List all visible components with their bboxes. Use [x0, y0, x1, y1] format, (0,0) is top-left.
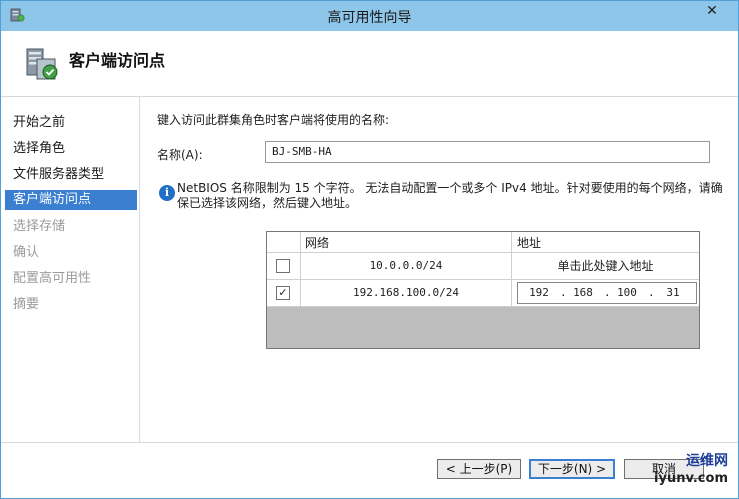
step-file-server-type[interactable]: 文件服务器类型 [5, 165, 137, 185]
page-header: 客户端访问点 [1, 31, 738, 97]
row-checkbox-cell: ✓ [267, 280, 301, 306]
step-confirmation: 确认 [13, 245, 40, 260]
step-before-you-begin[interactable]: 开始之前 [5, 113, 137, 133]
ip-octet-2[interactable]: 168 [568, 286, 598, 299]
content-pane: 键入访问此群集角色时客户端将使用的名称: 名称(A): BJ-SMB-HA i … [139, 97, 738, 442]
table-row[interactable]: 10.0.0.0/24 单击此处键入地址 [267, 253, 699, 280]
instruction-text: 键入访问此群集角色时客户端将使用的名称: [157, 113, 390, 127]
wizard-window: 高可用性向导 ✕ 客户端访问点 开始之前 选择角色 文件服务器类型 客户端访问点… [0, 0, 739, 499]
step-client-access-point[interactable]: 客户端访问点 [5, 190, 137, 210]
info-icon: i [159, 185, 175, 201]
window-title: 高可用性向导 [327, 10, 412, 26]
step-select-role[interactable]: 选择角色 [5, 139, 137, 159]
title-bar[interactable]: 高可用性向导 ✕ [1, 1, 738, 31]
page-title: 客户端访问点 [69, 51, 166, 70]
column-header-network[interactable]: 网络 [305, 234, 329, 251]
close-button[interactable]: ✕ [692, 1, 732, 21]
ip-octet-3[interactable]: 100 [612, 286, 642, 299]
name-label: 名称(A): [157, 148, 203, 162]
ip-octet-1[interactable]: 192 [524, 286, 554, 299]
name-input[interactable]: BJ-SMB-HA [265, 141, 710, 163]
ip-octet-4[interactable]: 31 [658, 286, 688, 299]
ip-dot: . [648, 286, 655, 299]
step-configure-high-availability: 配置高可用性 [13, 271, 92, 286]
network-checkbox[interactable] [276, 259, 290, 273]
network-address-grid: 网络 地址 10.0.0.0/24 单击此处键入地址 ✓ 192.168.100… [266, 231, 700, 349]
network-cell: 10.0.0.0/24 [301, 253, 512, 279]
wizard-steps-nav: 开始之前 选择角色 文件服务器类型 客户端访问点 选择存储 确认 配置高可用性 … [1, 97, 139, 442]
step-select-storage: 选择存储 [13, 219, 66, 234]
previous-button[interactable]: < 上一步(P) [437, 459, 521, 479]
close-icon: ✕ [706, 3, 718, 19]
next-button[interactable]: 下一步(N) > [529, 459, 615, 479]
grid-header: 网络 地址 [267, 232, 699, 253]
info-message: NetBIOS 名称限制为 15 个字符。 无法自动配置一个或多个 IPv4 地… [177, 181, 723, 210]
site-watermark: 运维网 iyunv.com [628, 452, 728, 492]
watermark-title: 运维网 [686, 453, 728, 469]
address-cell-prompt[interactable]: 单击此处键入地址 [512, 253, 699, 279]
ip-dot: . [560, 286, 567, 299]
client-access-point-icon [26, 48, 58, 80]
header-checkbox-column [267, 232, 301, 252]
watermark-url: iyunv.com [654, 471, 728, 486]
ip-address-input[interactable]: 192 . 168 . 100 . 31 [517, 282, 697, 304]
ip-dot: . [604, 286, 611, 299]
column-divider [511, 232, 512, 252]
network-cell: 192.168.100.0/24 [301, 280, 512, 306]
step-summary: 摘要 [13, 297, 40, 312]
column-header-address[interactable]: 地址 [517, 234, 541, 251]
row-checkbox-cell [267, 253, 301, 279]
table-row[interactable]: ✓ 192.168.100.0/24 192 . 168 . 100 . 31 [267, 280, 699, 307]
network-checkbox-checked[interactable]: ✓ [276, 286, 290, 300]
